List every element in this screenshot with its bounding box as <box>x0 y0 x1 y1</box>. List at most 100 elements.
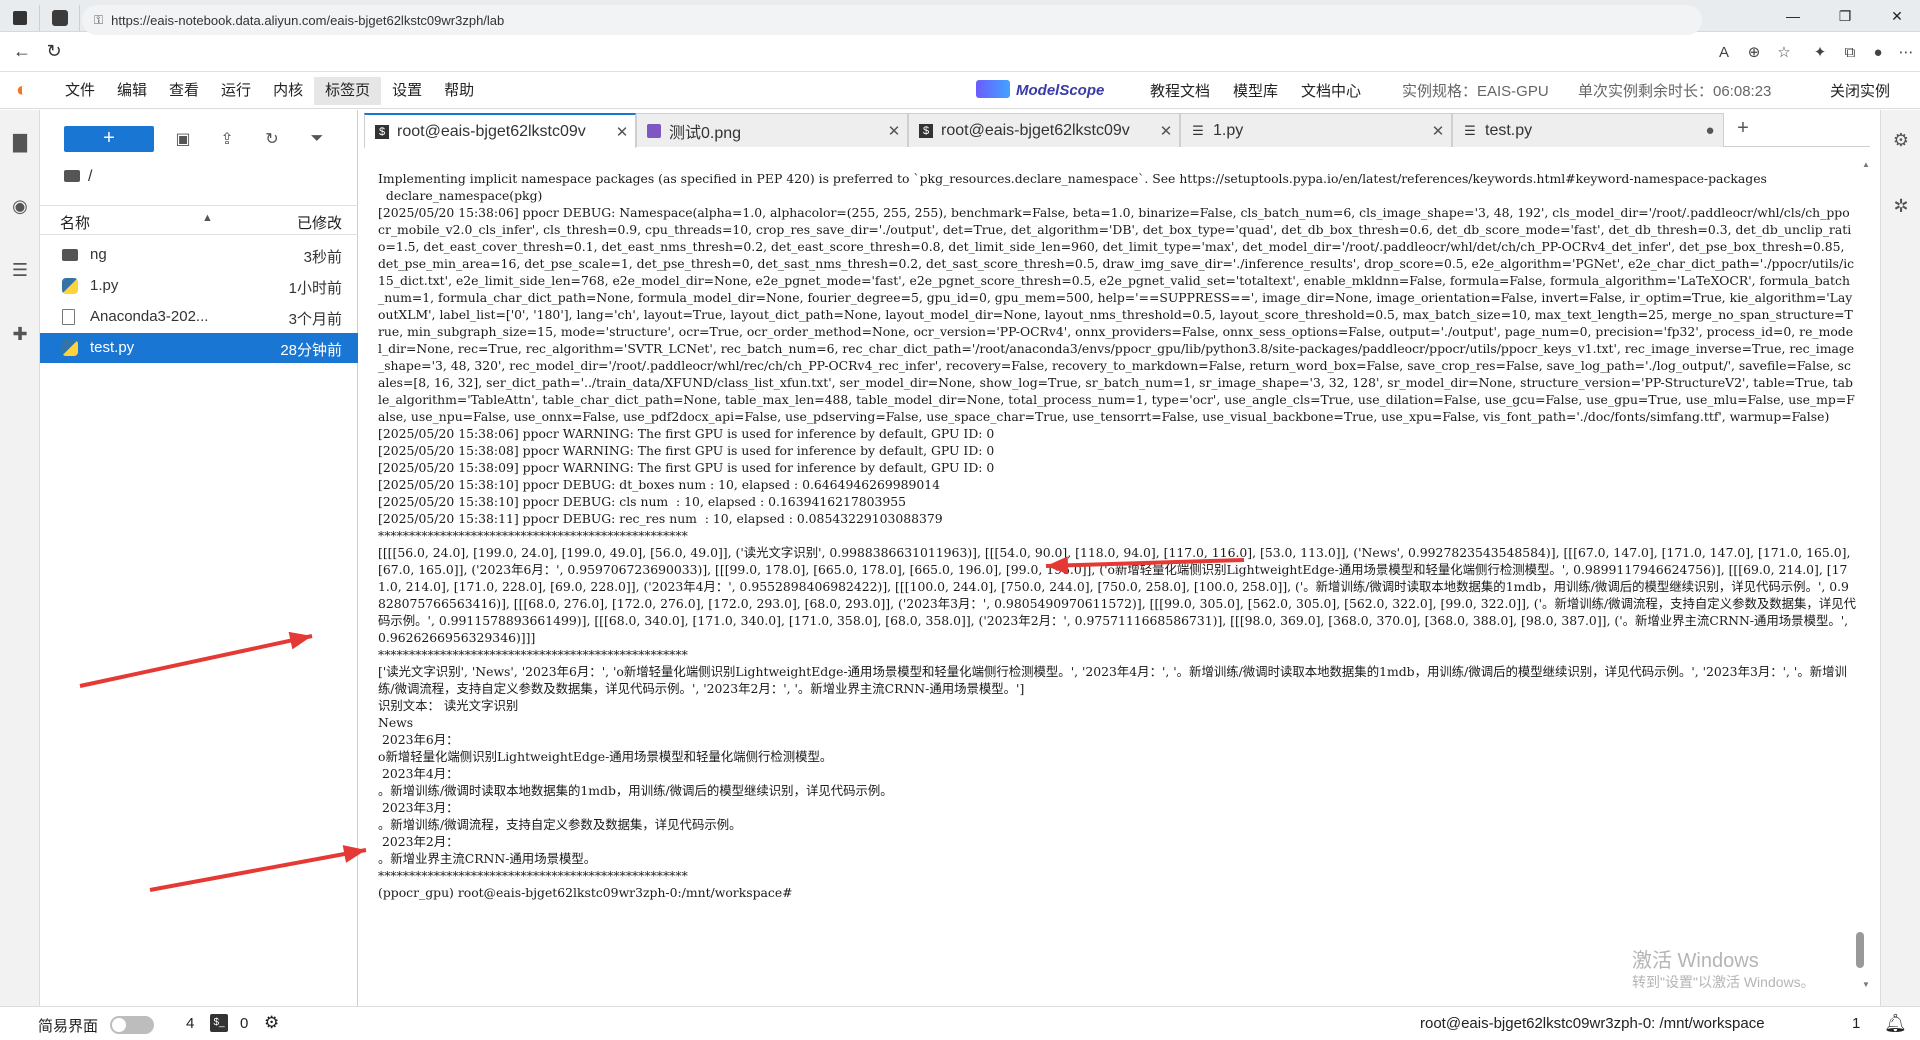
file-modified: 28分钟前 <box>280 342 342 359</box>
modelscope-brand[interactable]: ModelScope <box>976 80 1104 99</box>
collections-icon[interactable]: ⧉ <box>1838 40 1862 64</box>
toc-icon[interactable]: ☰ <box>8 258 32 282</box>
close-window-button[interactable]: ✕ <box>1874 0 1920 32</box>
close-tab-icon[interactable]: ✕ <box>1425 122 1451 140</box>
file-name: Anaconda3-202... <box>90 308 209 325</box>
new-launcher-button[interactable]: + <box>64 126 154 152</box>
tab-favicon-icon <box>51 9 68 26</box>
reload-icon[interactable]: ↻ <box>38 36 70 68</box>
menu-item-2[interactable]: 查看 <box>158 77 210 105</box>
sort-ascending-icon[interactable]: ▲ <box>202 212 213 224</box>
window-menu-icon[interactable] <box>0 4 40 31</box>
running-icon[interactable]: ◉ <box>8 194 32 218</box>
model-library-link[interactable]: 模型库 <box>1233 80 1278 101</box>
modified-column-header[interactable]: 已修改 <box>297 212 342 233</box>
favorite-star-icon[interactable]: ☆ <box>1772 40 1796 64</box>
minimize-button[interactable]: — <box>1770 0 1816 32</box>
tutorial-docs-link[interactable]: 教程文档 <box>1150 80 1210 101</box>
add-tab-button[interactable]: + <box>1730 117 1756 143</box>
file-modified: 1小时前 <box>288 280 342 297</box>
unsaved-dot-icon[interactable]: ● <box>1697 122 1723 139</box>
dock-tab-0[interactable]: $ root@eais-bjget62lkstc09v ✕ <box>364 113 636 148</box>
terminal-icon[interactable]: $_ <box>210 1014 228 1032</box>
filter-icon[interactable]: ⏷ <box>306 128 328 150</box>
browser-tab-0[interactable] <box>40 4 80 31</box>
close-instance-button[interactable]: 关闭实例 <box>1830 80 1890 101</box>
toggle-knob <box>112 1018 126 1032</box>
site-info-icon[interactable]: ⚿ <box>94 13 103 28</box>
zoom-icon[interactable]: ⊕ <box>1742 40 1766 64</box>
terminal-line: ****************************************… <box>378 647 688 662</box>
restore-button[interactable]: ❐ <box>1822 0 1868 32</box>
dock-tab-3[interactable]: ☰ 1.py ✕ <box>1180 113 1452 147</box>
file-file-icon <box>62 309 75 325</box>
file-name: ng <box>90 246 107 263</box>
extension-icon[interactable]: ✦ <box>1808 40 1832 64</box>
menu-item-5[interactable]: 标签页 <box>314 76 382 105</box>
terminal-output: Implementing implicit namespace packages… <box>378 170 1856 901</box>
notification-count: 1 <box>1852 1015 1861 1032</box>
file-browser: + ▣ ⇪ ↻ ⏷ / 名称 ▲ 已修改 ng 3秒前 1.py 1小时前 Anacon… <box>40 110 358 1006</box>
windows-activation-hint: 转到"设置"以激活 Windows。 <box>1632 974 1815 990</box>
folder-icon[interactable]: ▇ <box>8 130 32 154</box>
terminal-line: [2025/05/20 15:38:09] ppocr WARNING: The… <box>378 460 995 475</box>
menu-item-1[interactable]: 编辑 <box>106 77 158 105</box>
kernel-icon[interactable]: ⚙ <box>264 1013 279 1033</box>
terminal-line: [2025/05/20 15:38:06] ppocr WARNING: The… <box>378 426 995 441</box>
dock-tab-4[interactable]: ☰ test.py ● <box>1452 113 1724 147</box>
refresh-icon[interactable]: ↻ <box>261 128 283 150</box>
profile-avatar-icon[interactable]: ● <box>1866 40 1890 64</box>
file-row[interactable]: Anaconda3-202... 3个月前 <box>40 302 358 332</box>
terminal-line: Implementing implicit namespace packages… <box>378 171 1767 186</box>
folder-file-icon <box>62 249 78 261</box>
breadcrumb[interactable]: / <box>64 168 92 186</box>
terminal-count: 4 <box>186 1015 195 1032</box>
upload-icon[interactable]: ⇪ <box>216 128 238 150</box>
notification-bell-icon[interactable]: 🔔︎ <box>1884 1013 1907 1034</box>
close-tab-icon[interactable]: ✕ <box>609 123 635 141</box>
dock-tab-2[interactable]: $ root@eais-bjget62lkstc09v ✕ <box>908 113 1180 147</box>
menu-item-3[interactable]: 运行 <box>210 77 262 105</box>
modelscope-logo-icon <box>976 80 1010 98</box>
terminal-line: [2025/05/20 15:38:06] ppocr DEBUG: Names… <box>378 205 1855 424</box>
terminal-line: 2023年3月： <box>378 800 459 815</box>
back-icon[interactable]: ← <box>6 36 38 68</box>
terminal-line: ****************************************… <box>378 868 688 883</box>
jupyter-logo-icon: ◐ <box>15 79 29 101</box>
terminal-line: [2025/05/20 15:38:10] ppocr DEBUG: cls n… <box>378 494 907 509</box>
terminal-scroll-thumb[interactable] <box>1856 932 1864 968</box>
property-inspector-icon[interactable]: ⚙ <box>1889 128 1913 152</box>
close-tab-icon[interactable]: ✕ <box>881 122 907 140</box>
read-aloud-icon[interactable]: A <box>1712 40 1736 64</box>
file-row[interactable]: test.py 28分钟前 <box>40 333 358 363</box>
terminal-line: [2025/05/20 15:38:11] ppocr DEBUG: rec_r… <box>378 511 943 526</box>
new-folder-icon[interactable]: ▣ <box>172 128 194 150</box>
terminal-line: ****************************************… <box>378 528 688 543</box>
simple-mode-toggle[interactable] <box>110 1016 154 1034</box>
more-menu-icon[interactable]: ⋯ <box>1894 40 1918 64</box>
terminal-panel[interactable]: Implementing implicit namespace packages… <box>368 152 1864 998</box>
file-row[interactable]: ng 3秒前 <box>40 240 358 270</box>
url-field[interactable]: ⚿ https://eais-notebook.data.aliyun.com/… <box>82 5 1702 35</box>
dock-tab-label: root@eais-bjget62lkstc09v <box>397 122 586 140</box>
menu-item-4[interactable]: 内核 <box>262 77 314 105</box>
debugger-icon[interactable]: ✲ <box>1889 194 1913 218</box>
close-tab-icon[interactable]: ✕ <box>1153 122 1179 140</box>
terminal-line: ['读光文字识别', 'News', '2023年6月：', 'o新增轻量化端侧… <box>378 664 1847 696</box>
doc-center-link[interactable]: 文档中心 <box>1301 80 1361 101</box>
file-modified: 3秒前 <box>303 249 342 266</box>
left-activity-bar: ▇ ◉ ☰ ✚ <box>0 110 40 1006</box>
menu-item-7[interactable]: 帮助 <box>433 77 485 105</box>
extension-manager-icon[interactable]: ✚ <box>8 322 32 346</box>
dock-tab-1[interactable]: 测试0.png ✕ <box>636 113 908 147</box>
name-column-header[interactable]: 名称 <box>60 212 90 233</box>
terminal-line: 2023年6月： <box>378 732 459 747</box>
terminal-scrollbar[interactable]: ▲ ▼ <box>1862 160 1872 992</box>
dock-tab-label: 测试0.png <box>669 124 742 142</box>
menu-item-6[interactable]: 设置 <box>381 77 433 105</box>
dock-tab-bar: $ root@eais-bjget62lkstc09v ✕ 测试0.png ✕ $ root… <box>364 113 1870 148</box>
menu-item-0[interactable]: 文件 <box>54 77 106 105</box>
file-row[interactable]: 1.py 1小时前 <box>40 271 358 301</box>
windows-activation-watermark: 激活 Windows <box>1632 950 1759 972</box>
terminal-line: 识别文本： 读光文字识别 <box>378 698 519 713</box>
